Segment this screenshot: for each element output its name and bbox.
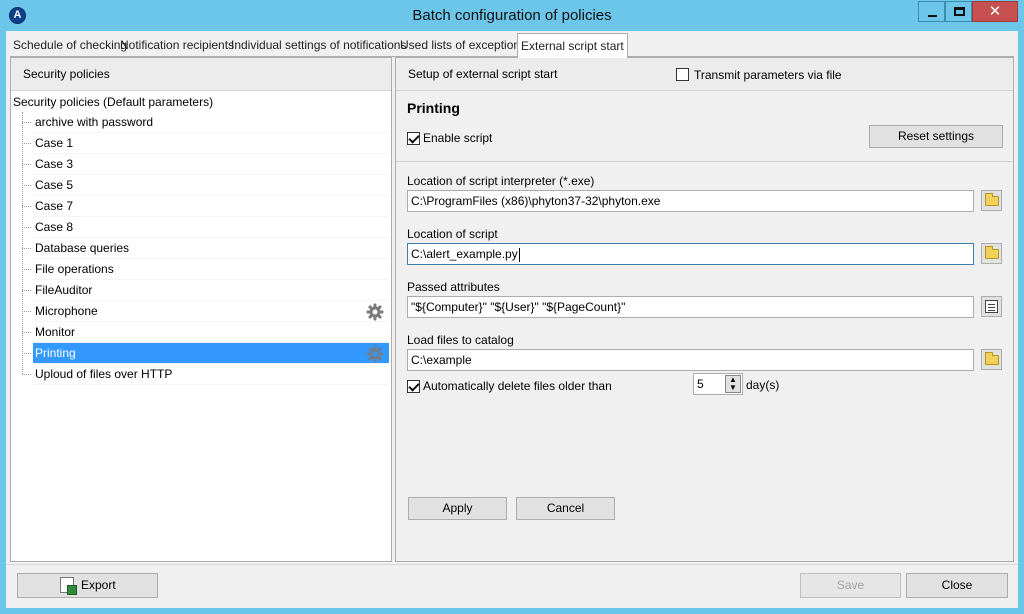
export-icon <box>60 577 77 595</box>
external-script-header: Setup of external script start Transmit … <box>396 58 1013 91</box>
tree-item-label: Database queries <box>35 241 130 255</box>
tree-item-label: Case 1 <box>35 136 74 150</box>
tree-item-label: FileAuditor <box>35 283 93 297</box>
tree-item-case-8[interactable]: Case 8 <box>22 217 389 238</box>
tree-root-default-parameters[interactable]: Security policies (Default parameters) <box>13 92 213 112</box>
tree-item-case-3[interactable]: Case 3 <box>22 154 389 175</box>
tree-item-label: Uploud of files over HTTP <box>35 367 173 381</box>
interpreter-location-input[interactable]: C:\ProgramFiles (x86)\phyton37-32\phyton… <box>407 190 974 212</box>
tree-item-label: Case 5 <box>35 178 74 192</box>
tree-item-microphone[interactable]: Microphone <box>22 301 389 322</box>
edit-attributes-button[interactable] <box>981 296 1002 317</box>
minimize-icon <box>928 15 937 17</box>
auto-delete-checkbox[interactable] <box>407 380 420 393</box>
policy-section-title: Printing <box>407 100 460 116</box>
maximize-icon <box>954 7 965 16</box>
tree-item-label: Microphone <box>35 304 98 318</box>
auto-delete-label: Automatically delete files older than <box>423 379 612 393</box>
tree-item-fileauditor[interactable]: FileAuditor <box>22 280 389 301</box>
save-button[interactable]: Save <box>800 573 901 598</box>
export-button[interactable]: Export <box>17 573 158 598</box>
folder-icon <box>985 193 999 206</box>
tree-item-monitor[interactable]: Monitor <box>22 322 389 343</box>
tab-schedule-of-checking[interactable]: Schedule of checking <box>10 36 130 56</box>
close-icon: ✕ <box>988 3 1002 20</box>
tab-used-lists-of-exceptions[interactable]: Used lists of exceptions <box>397 36 529 56</box>
maximize-button[interactable] <box>945 1 972 22</box>
tree-connector-line <box>22 112 23 374</box>
tab-individual-settings[interactable]: Individual settings of notifications <box>228 36 409 56</box>
days-spinbox[interactable]: 5 ▲ ▼ <box>693 373 743 395</box>
tree-item-printing[interactable]: Printing <box>22 343 389 364</box>
security-policies-header-label: Security policies <box>23 67 110 81</box>
app-window: A Batch configuration of policies ✕ Sche… <box>0 0 1024 614</box>
tree-item-case-7[interactable]: Case 7 <box>22 196 389 217</box>
tree-item-label: File operations <box>35 262 114 276</box>
tab-bar: Schedule of checking Notification recipi… <box>6 33 1018 58</box>
security-policies-header: Security policies <box>11 58 391 91</box>
tree-item-case-5[interactable]: Case 5 <box>22 175 389 196</box>
close-button[interactable]: Close <box>906 573 1008 598</box>
tree-item-label: archive with password <box>35 115 154 129</box>
browse-interpreter-button[interactable] <box>981 190 1002 211</box>
days-value: 5 <box>697 377 704 391</box>
interpreter-location-label: Location of script interpreter (*.exe) <box>407 174 595 188</box>
gear-icon[interactable] <box>365 302 385 322</box>
dialog-footer: Export Save Close <box>6 564 1018 608</box>
tab-external-script-start[interactable]: External script start <box>517 33 628 58</box>
cancel-button[interactable]: Cancel <box>516 497 615 520</box>
tree-item-upload-of-files-over-http[interactable]: Uploud of files over HTTP <box>22 364 389 385</box>
section-divider <box>396 161 1013 162</box>
script-location-label: Location of script <box>407 227 498 241</box>
browse-script-button[interactable] <box>981 243 1002 264</box>
script-location-input[interactable]: C:\alert_example.py <box>407 243 974 265</box>
tree-item-label: Case 3 <box>35 157 74 171</box>
tree-item-label: Printing <box>35 346 76 360</box>
external-script-panel: Setup of external script start Transmit … <box>395 57 1014 562</box>
close-window-button[interactable]: ✕ <box>972 1 1018 22</box>
tree-item-case-1[interactable]: Case 1 <box>22 133 389 154</box>
tree-item-label: Case 8 <box>35 220 74 234</box>
export-button-label: Export <box>81 578 116 592</box>
passed-attributes-label: Passed attributes <box>407 280 500 294</box>
folder-icon <box>985 246 999 259</box>
enable-script-checkbox[interactable] <box>407 132 420 145</box>
minimize-button[interactable] <box>918 1 945 22</box>
dialog-client-area: Schedule of checking Notification recipi… <box>6 31 1018 608</box>
title-bar[interactable]: A Batch configuration of policies ✕ <box>0 0 1024 31</box>
tree-item-file-operations[interactable]: File operations <box>22 259 389 280</box>
external-script-header-label: Setup of external script start <box>408 67 558 81</box>
transmit-via-file-label: Transmit parameters via file <box>694 68 842 82</box>
apply-button[interactable]: Apply <box>408 497 507 520</box>
load-files-catalog-input[interactable]: C:\example <box>407 349 974 371</box>
tab-notification-recipients[interactable]: Notification recipients <box>117 36 237 56</box>
passed-attributes-input[interactable]: "${Computer}" "${User}" "${PageCount}" <box>407 296 974 318</box>
load-files-catalog-label: Load files to catalog <box>407 333 514 347</box>
transmit-via-file-checkbox[interactable] <box>676 68 689 81</box>
window-title: Batch configuration of policies <box>412 7 612 24</box>
folder-icon <box>985 352 999 365</box>
tree-item-label: Monitor <box>35 325 76 339</box>
days-unit-label: day(s) <box>746 378 780 392</box>
enable-script-label: Enable script <box>423 131 493 145</box>
reset-settings-button[interactable]: Reset settings <box>869 125 1003 148</box>
attribute-list-icon <box>985 300 998 313</box>
tree-item-label: Case 7 <box>35 199 74 213</box>
tree-item-database-queries[interactable]: Database queries <box>22 238 389 259</box>
security-policies-panel: Security policies Security policies (Def… <box>10 57 392 562</box>
gear-icon[interactable] <box>365 344 385 364</box>
tree-item-archive-with-password[interactable]: archive with password <box>22 112 389 133</box>
browse-catalog-button[interactable] <box>981 349 1002 370</box>
spin-arrows-icon[interactable]: ▲ ▼ <box>725 375 741 393</box>
tab-content: Security policies Security policies (Def… <box>10 57 1014 564</box>
